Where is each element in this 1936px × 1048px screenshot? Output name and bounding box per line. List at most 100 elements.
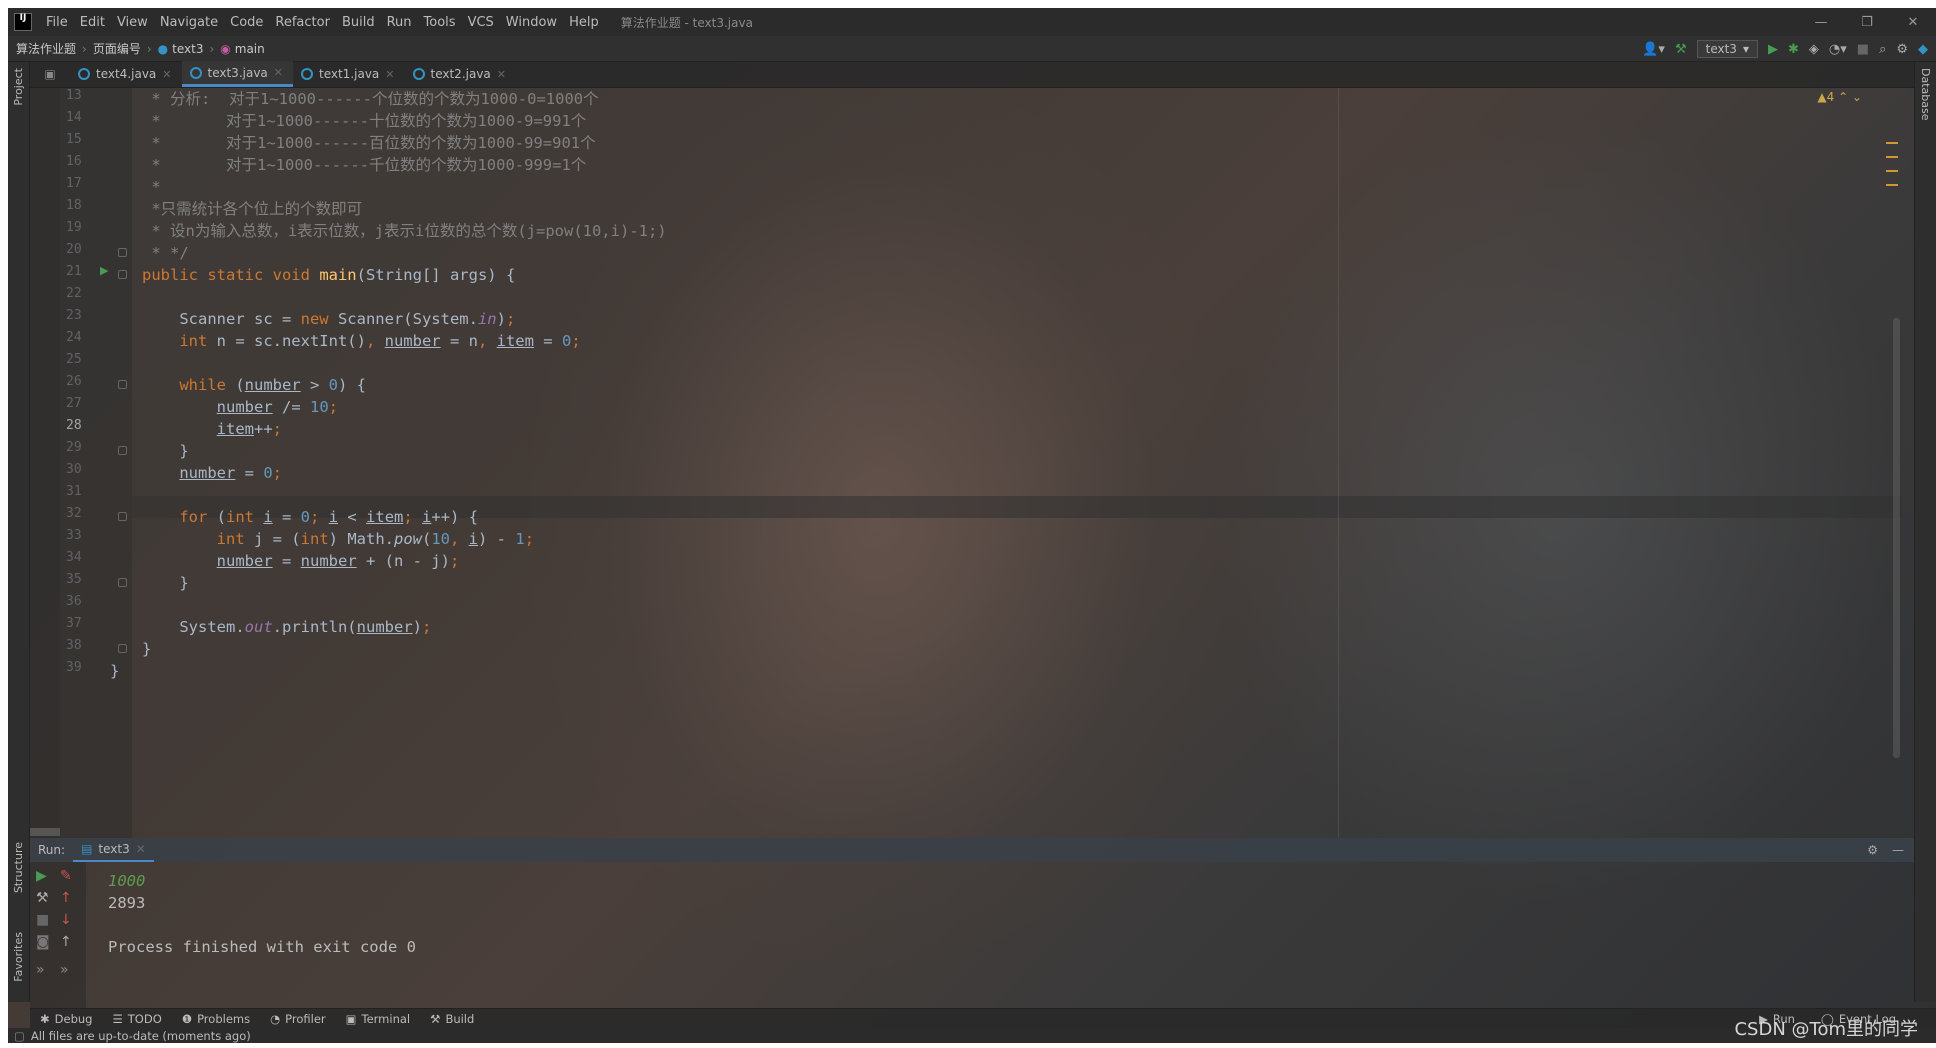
menu-window[interactable]: Window <box>500 15 563 30</box>
todo-label: TODO <box>127 1011 162 1026</box>
scroll-up-icon[interactable]: ↑ <box>60 934 72 950</box>
run-config-select[interactable]: text3 ▾ <box>1696 40 1758 58</box>
profiler-tool-button[interactable]: ◔ Profiler <box>260 1012 336 1026</box>
project-scrollbar[interactable] <box>30 828 60 836</box>
stop-icon[interactable]: ■ <box>1857 42 1869 57</box>
warnings-indicator[interactable]: ▲4 ⌃ ⌄ <box>1817 90 1862 104</box>
user-icon[interactable]: 👤▾ <box>1642 42 1665 57</box>
breadcrumb-separator: › <box>209 41 215 56</box>
rerun-icon[interactable]: ▶ <box>36 868 47 884</box>
watermark: CSDN @Tom里的同学 <box>1734 1019 1918 1040</box>
debug-tool-button[interactable]: ✱ Debug <box>30 1012 102 1026</box>
menu-refactor[interactable]: Refactor <box>269 15 336 30</box>
project-view-icon[interactable]: ▣ <box>30 61 70 87</box>
tab-text4[interactable]: text4.java ✕ <box>70 61 182 87</box>
code-line-33: int j = (int) Math.pow(10, i) - 1; <box>216 530 535 548</box>
close-icon[interactable]: ✕ <box>136 842 146 856</box>
tab-text2[interactable]: text2.java ✕ <box>405 61 517 87</box>
camera-icon[interactable]: ◙ <box>36 934 50 950</box>
breadcrumb-folder[interactable]: 页面编号 <box>89 40 145 57</box>
menu-view[interactable]: View <box>111 15 154 30</box>
list-icon: ☰ <box>112 1011 123 1026</box>
warning-marker[interactable] <box>1886 184 1898 186</box>
status-toggle-icon[interactable]: ▢ <box>8 1029 31 1043</box>
problems-tool-button[interactable]: ❶ Problems <box>172 1012 260 1026</box>
coverage-icon[interactable]: ◈ <box>1809 42 1819 57</box>
code-line-30: number = 0; <box>179 464 283 482</box>
search-icon[interactable]: ⌕ <box>1879 42 1886 57</box>
warning-marker[interactable] <box>1886 170 1898 172</box>
structure-tool-tab[interactable]: Structure <box>12 842 25 893</box>
menu-file[interactable]: File <box>40 15 74 30</box>
build-hammer-icon[interactable]: ⚒ <box>1675 42 1687 57</box>
run-toolbar: ▶ ✎ ⚒ ↑ ■ ↓ ◙ ↑ » » <box>30 862 86 1008</box>
gear-icon[interactable]: ⚙ <box>1896 42 1908 57</box>
fold-icon[interactable] <box>118 644 127 653</box>
warning-marker[interactable] <box>1886 142 1898 144</box>
minimize-button[interactable]: — <box>1798 8 1844 36</box>
line-number: 18 <box>66 198 82 213</box>
editor-scrollbar[interactable] <box>1893 318 1900 758</box>
menu-build[interactable]: Build <box>336 15 381 30</box>
wrench-icon[interactable]: ⚒ <box>36 890 49 906</box>
console-exit-line: Process finished with exit code 0 <box>108 938 416 956</box>
up-arrow-icon[interactable]: ↑ <box>60 890 72 906</box>
close-icon[interactable]: ✕ <box>274 66 283 79</box>
fold-icon[interactable] <box>118 270 127 279</box>
project-tree-collapsed <box>30 88 60 838</box>
breadcrumb-method[interactable]: ◉ main <box>216 42 268 56</box>
menu-run[interactable]: Run <box>381 15 418 30</box>
fold-icon[interactable] <box>118 248 127 257</box>
tab-text3[interactable]: text3.java ✕ <box>181 61 293 87</box>
build-tool-button[interactable]: ⚒ Build <box>420 1012 484 1026</box>
fold-icon[interactable] <box>118 380 127 389</box>
menu-tools[interactable]: Tools <box>418 15 462 30</box>
menu-edit[interactable]: Edit <box>74 15 111 30</box>
close-icon[interactable]: ✕ <box>385 68 394 81</box>
debug-icon[interactable]: ✱ <box>1788 42 1799 57</box>
more-icon[interactable]: » <box>36 962 45 978</box>
tab-text1[interactable]: text1.java ✕ <box>293 61 405 87</box>
fold-icon[interactable] <box>118 578 127 587</box>
terminal-tool-button[interactable]: ▣ Terminal <box>336 1012 420 1026</box>
project-tool-tab[interactable]: Project <box>12 68 25 106</box>
console-output[interactable]: 1000 2893 Process finished with exit cod… <box>86 862 1896 1008</box>
terminal-label: Terminal <box>361 1011 411 1026</box>
stop-icon[interactable]: ■ <box>36 912 49 928</box>
favorites-tool-tab[interactable]: Favorites <box>12 932 25 982</box>
menu-code[interactable]: Code <box>224 15 269 30</box>
code-editor[interactable]: ▲4 ⌃ ⌄ * 分析: 对于1~1000------个位数的个数为1000-0… <box>110 88 1902 838</box>
todo-tool-button[interactable]: ☰ TODO <box>102 1012 171 1026</box>
menu-navigate[interactable]: Navigate <box>154 15 224 30</box>
fold-icon[interactable] <box>118 446 127 455</box>
gear-icon[interactable]: ⚙ <box>1867 843 1878 857</box>
close-icon[interactable]: ✕ <box>162 68 171 81</box>
line-number: 29 <box>66 440 82 455</box>
run-panel-label: Run: <box>38 843 66 857</box>
more-icon[interactable]: » <box>60 962 69 978</box>
warning-marker[interactable] <box>1886 156 1898 158</box>
code-line-38: } <box>142 640 152 658</box>
breadcrumb-project[interactable]: 算法作业题 <box>8 40 80 57</box>
breadcrumb-class[interactable]: ● text3 <box>154 42 208 56</box>
java-class-icon <box>78 68 90 80</box>
fold-icon[interactable] <box>118 512 127 521</box>
plugin-icon[interactable]: ◆ <box>1918 42 1928 57</box>
line-number: 39 <box>66 660 82 675</box>
clear-icon[interactable]: ✎ <box>60 868 72 884</box>
profile-icon[interactable]: ◔▾ <box>1829 42 1847 57</box>
breadcrumb-separator: › <box>146 41 152 56</box>
code-line-27: number /= 10; <box>216 398 338 416</box>
run-tab-text3[interactable]: ▤ text3 ✕ <box>73 838 154 862</box>
run-icon[interactable]: ▶ <box>1768 42 1778 57</box>
close-icon[interactable]: ✕ <box>497 68 506 81</box>
close-button[interactable]: ✕ <box>1890 8 1936 36</box>
run-gutter-icon[interactable]: ▶ <box>100 264 108 277</box>
menu-help[interactable]: Help <box>563 15 605 30</box>
breadcrumb-method-label: main <box>234 41 265 56</box>
database-tool-tab[interactable]: Database <box>1919 68 1932 121</box>
menu-vcs[interactable]: VCS <box>462 15 500 30</box>
down-arrow-icon[interactable]: ↓ <box>60 912 72 928</box>
hide-panel-icon[interactable]: — <box>1892 843 1904 857</box>
maximize-button[interactable]: ❐ <box>1844 8 1890 36</box>
